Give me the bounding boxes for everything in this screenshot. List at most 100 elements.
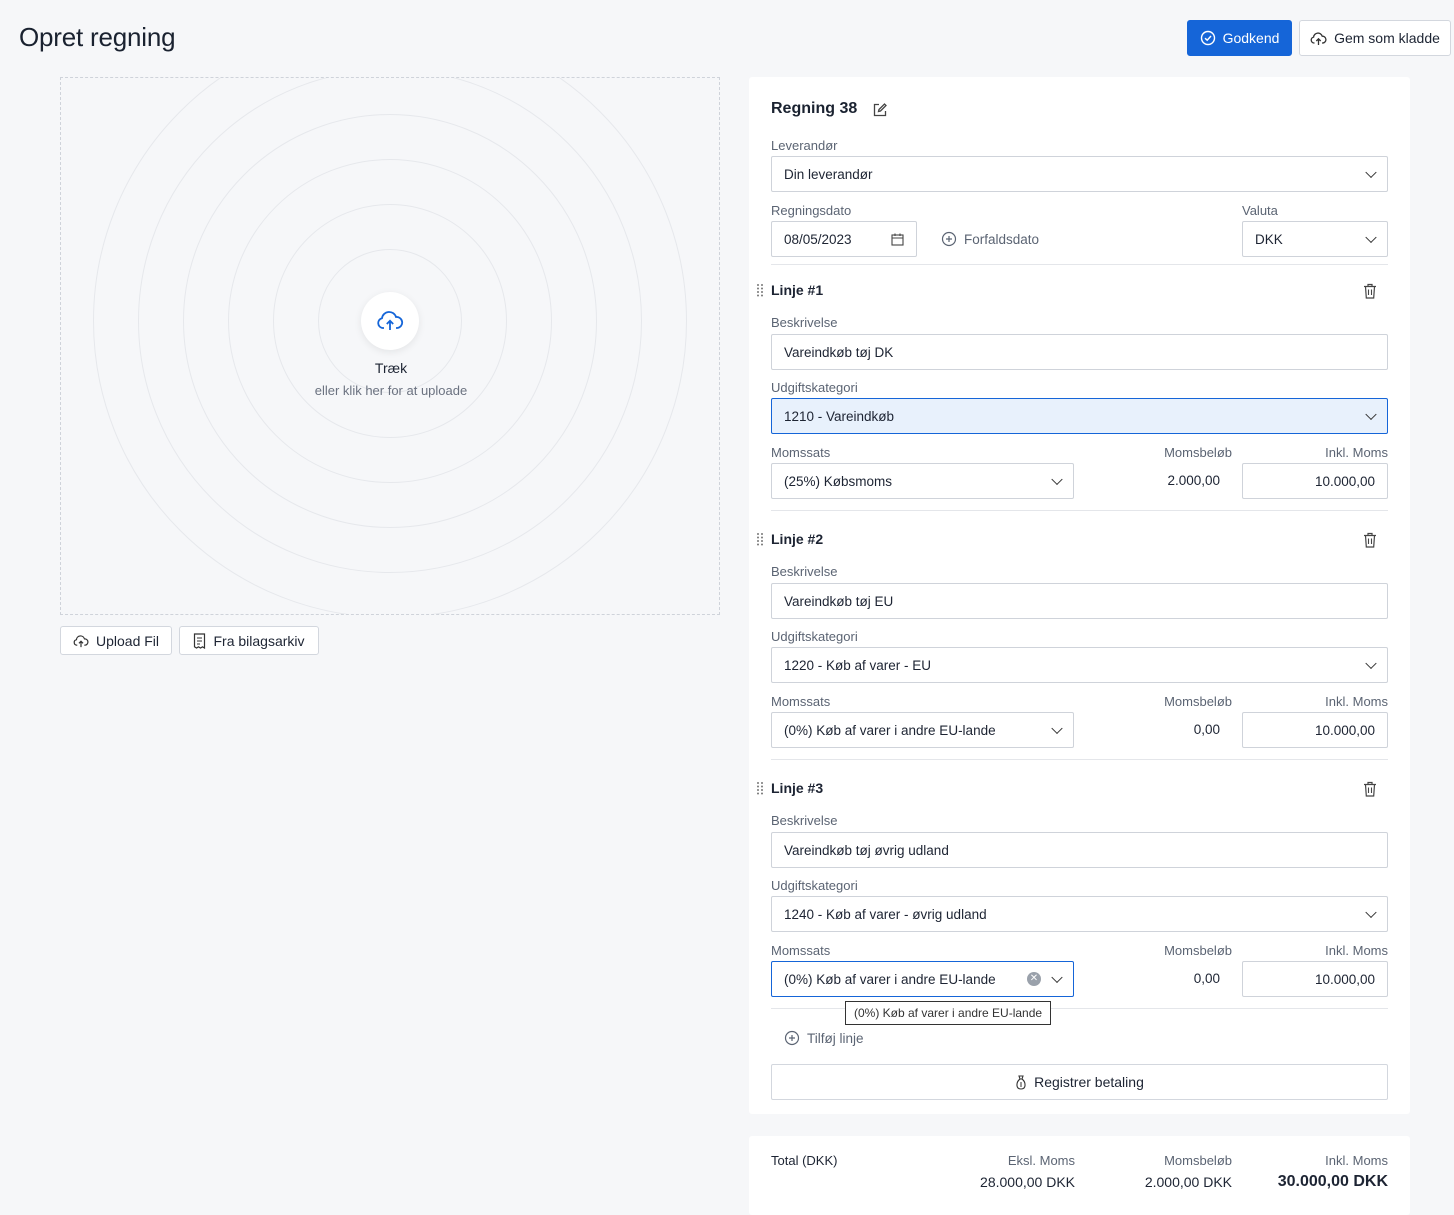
- due-date-button[interactable]: Forfaldsdato: [941, 231, 1039, 247]
- description-input[interactable]: Vareindkøb tøj DK: [771, 334, 1388, 370]
- bill-date-label: Regningsdato: [771, 203, 852, 218]
- chevron-down-icon: [1365, 166, 1377, 179]
- add-line-label: Tilføj linje: [807, 1030, 864, 1046]
- chevron-down-icon: [1365, 408, 1377, 421]
- total-excl-label: Eksl. Moms: [1007, 1153, 1075, 1168]
- bill-title: Regning 38: [771, 100, 858, 117]
- voucher-archive-button[interactable]: Fra bilagsarkiv: [179, 626, 319, 655]
- drag-handle-icon[interactable]: [756, 781, 764, 795]
- incl-vat-input[interactable]: 10.000,00: [1242, 712, 1388, 748]
- total-incl-value: 30.000,00 DKK: [1277, 1173, 1388, 1190]
- incl-vat-value: 10.000,00: [1314, 473, 1375, 489]
- vat-rate-select[interactable]: (25%) Købsmoms: [771, 463, 1074, 499]
- vat-amount-label: Momsbeløb: [1164, 445, 1232, 460]
- chevron-down-icon: [1365, 906, 1377, 919]
- vat-amount-value: 0,00: [1193, 971, 1220, 986]
- category-value: 1220 - Køb af varer - EU: [784, 657, 932, 673]
- supplier-label: Leverandør: [771, 138, 838, 153]
- vat-rate-label: Momssats: [771, 943, 831, 958]
- chevron-down-icon: [1365, 657, 1377, 670]
- description-value: Vareindkøb tøj DK: [784, 344, 894, 360]
- approve-button[interactable]: Godkend: [1187, 20, 1292, 56]
- description-label: Beskrivelse: [771, 315, 838, 330]
- chevron-down-icon: [1365, 231, 1377, 244]
- incl-vat-label: Inkl. Moms: [1325, 943, 1388, 958]
- description-value: Vareindkøb tøj øvrig udland: [784, 842, 949, 858]
- upload-file-button[interactable]: Upload Fil: [60, 626, 172, 655]
- check-circle-icon: [1200, 30, 1215, 46]
- total-vat-value: 2.000,00 DKK: [1144, 1174, 1232, 1190]
- description-value: Vareindkøb tøj EU: [784, 593, 894, 609]
- chevron-down-icon: [1051, 971, 1063, 984]
- chevron-down-icon: [1051, 473, 1063, 486]
- incl-vat-value: 10.000,00: [1314, 722, 1375, 738]
- supplier-select[interactable]: Din leverandør: [771, 156, 1388, 192]
- money-bag-icon: [1016, 1074, 1026, 1090]
- category-value: 1240 - Køb af varer - øvrig udland: [784, 906, 987, 922]
- incl-vat-label: Inkl. Moms: [1325, 694, 1388, 709]
- vat-amount-label: Momsbeløb: [1164, 943, 1232, 958]
- description-label: Beskrivelse: [771, 813, 838, 828]
- upload-circle[interactable]: [361, 292, 419, 350]
- drag-handle-icon[interactable]: [756, 283, 764, 297]
- vat-amount-value: 0,00: [1193, 722, 1220, 737]
- drag-label: Træk: [374, 360, 408, 376]
- category-label: Udgiftskategori: [771, 380, 858, 395]
- vat-rate-value: (25%) Købsmoms: [784, 473, 893, 489]
- cloud-upload-icon: [1310, 31, 1327, 45]
- page-title: Opret regning: [19, 22, 176, 52]
- receipt-icon: [194, 632, 206, 649]
- description-label: Beskrivelse: [771, 564, 838, 579]
- vat-amount-label: Momsbeløb: [1164, 694, 1232, 709]
- calendar-icon[interactable]: [891, 233, 904, 246]
- total-label: Total (DKK): [771, 1153, 838, 1168]
- divider: [771, 510, 1388, 511]
- add-line-button[interactable]: Tilføj linje: [784, 1030, 864, 1046]
- divider: [771, 759, 1388, 760]
- drag-handle-icon[interactable]: [756, 532, 764, 546]
- approve-button-label: Godkend: [1222, 30, 1280, 46]
- edit-icon[interactable]: [872, 102, 888, 118]
- cloud-upload-icon: [73, 634, 89, 647]
- total-incl-label: Inkl. Moms: [1325, 1153, 1388, 1168]
- category-select[interactable]: 1210 - Vareindkøb: [771, 398, 1388, 434]
- category-select[interactable]: 1220 - Køb af varer - EU: [771, 647, 1388, 683]
- register-payment-button[interactable]: Registrer betaling: [771, 1064, 1388, 1100]
- file-dropzone[interactable]: Træk eller klik her for at uploade: [60, 77, 720, 615]
- vat-rate-value: (0%) Køb af varer i andre EU-lande: [784, 971, 996, 987]
- description-input[interactable]: Vareindkøb tøj øvrig udland: [771, 832, 1388, 868]
- total-vat-label: Momsbeløb: [1164, 1153, 1232, 1168]
- line-title: Linje #3: [771, 780, 824, 796]
- incl-vat-label: Inkl. Moms: [1325, 445, 1388, 460]
- vat-rate-label: Momssats: [771, 445, 831, 460]
- save-draft-button[interactable]: Gem som kladde: [1299, 20, 1451, 56]
- bill-date-field[interactable]: 08/05/2023: [771, 221, 917, 257]
- incl-vat-input[interactable]: 10.000,00: [1242, 463, 1388, 499]
- category-label: Udgiftskategori: [771, 878, 858, 893]
- trash-icon[interactable]: [1363, 532, 1377, 548]
- description-input[interactable]: Vareindkøb tøj EU: [771, 583, 1388, 619]
- cloud-upload-icon: [377, 311, 404, 330]
- vat-amount-value: 2.000,00: [1167, 473, 1220, 488]
- vat-rate-value: (0%) Køb af varer i andre EU-lande: [784, 722, 996, 738]
- vat-rate-select[interactable]: (0%) Køb af varer i andre EU-lande ✕: [771, 961, 1074, 997]
- tooltip: (0%) Køb af varer i andre EU-lande: [845, 1001, 1052, 1025]
- clear-icon[interactable]: ✕: [1027, 972, 1041, 986]
- currency-select[interactable]: DKK: [1242, 221, 1388, 257]
- voucher-archive-label: Fra bilagsarkiv: [213, 632, 305, 649]
- line-title: Linje #1: [771, 282, 824, 298]
- category-select[interactable]: 1240 - Køb af varer - øvrig udland: [771, 896, 1388, 932]
- trash-icon[interactable]: [1363, 283, 1377, 299]
- vat-rate-select[interactable]: (0%) Køb af varer i andre EU-lande: [771, 712, 1074, 748]
- register-payment-label: Registrer betaling: [1034, 1074, 1144, 1090]
- vat-rate-label: Momssats: [771, 694, 831, 709]
- plus-circle-icon: [941, 231, 957, 247]
- incl-vat-input[interactable]: 10.000,00: [1242, 961, 1388, 997]
- currency-value: DKK: [1255, 231, 1283, 247]
- category-label: Udgiftskategori: [771, 629, 858, 644]
- trash-icon[interactable]: [1363, 781, 1377, 797]
- divider: [771, 264, 1388, 265]
- plus-circle-icon: [784, 1030, 800, 1046]
- supplier-value: Din leverandør: [784, 166, 873, 182]
- total-excl-value: 28.000,00 DKK: [980, 1174, 1075, 1190]
